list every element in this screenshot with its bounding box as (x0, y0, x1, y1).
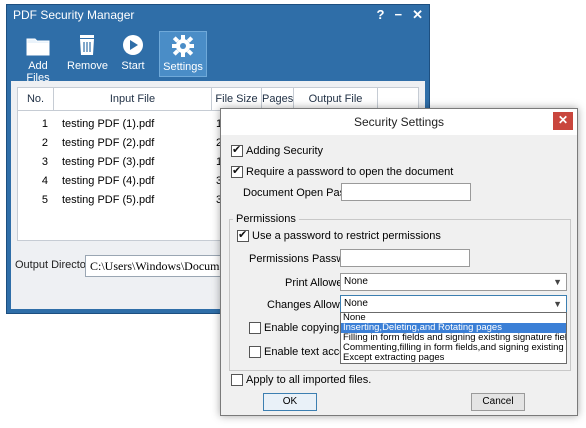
open-password-input[interactable] (341, 183, 471, 201)
chevron-down-icon: ▼ (553, 277, 562, 287)
dropdown-option[interactable]: None (341, 313, 566, 323)
enable-copying-checkbox[interactable] (249, 322, 261, 335)
apply-all-checkbox[interactable] (231, 374, 243, 387)
adding-security-checkbox[interactable] (231, 143, 243, 158)
minimize-button[interactable]: − (395, 7, 403, 23)
print-allowed-value: None (344, 276, 368, 287)
use-password-restrict-label: Use a password to restrict permissions (252, 230, 441, 242)
settings-label: Settings (163, 61, 203, 73)
adding-security-row[interactable]: Adding Security (231, 143, 324, 158)
col-file-size[interactable]: File Size (212, 88, 262, 110)
col-pages[interactable]: Pages (262, 88, 294, 110)
chevron-down-icon: ▼ (553, 299, 562, 309)
require-open-password-row[interactable]: Require a password to open the document (231, 164, 454, 179)
permissions-password-input[interactable] (340, 249, 470, 267)
settings-button[interactable]: Settings (159, 31, 207, 77)
enable-text-access-checkbox[interactable] (249, 346, 261, 359)
use-password-restrict-row[interactable]: Use a password to restrict permissions (237, 228, 441, 243)
permissions-title: Permissions (233, 213, 299, 225)
close-button[interactable]: ✕ (412, 7, 423, 23)
col-input-file[interactable]: Input File (54, 88, 212, 110)
app-title: PDF Security Manager (13, 8, 135, 22)
dropdown-option[interactable]: Commenting,filling in form fields,and si… (341, 343, 566, 353)
ok-button[interactable]: OK (263, 393, 317, 411)
help-button[interactable]: ? (377, 7, 385, 23)
dropdown-option[interactable]: Except extracting pages (341, 353, 566, 363)
window-controls: ? − ✕ (377, 7, 423, 23)
dialog-close-button[interactable]: ✕ (553, 112, 573, 130)
dropdown-option[interactable]: Filling in form fields and signing exist… (341, 333, 566, 343)
play-icon (123, 35, 143, 55)
output-directory-field[interactable]: C:\Users\Windows\Documents\ (85, 255, 233, 277)
add-files-button[interactable]: Add Files (17, 31, 59, 84)
output-directory-label: Output Directory (15, 259, 96, 271)
dialog-title: Security Settings (221, 109, 577, 135)
use-password-restrict-checkbox[interactable] (237, 228, 249, 243)
trash-icon (80, 35, 94, 55)
gear-icon (172, 35, 194, 57)
print-allowed-select[interactable]: None ▼ (340, 273, 567, 291)
apply-all-row[interactable]: Apply to all imported files. (231, 374, 372, 387)
remove-button[interactable]: Remove (67, 31, 108, 77)
security-settings-dialog: Security Settings ✕ Adding Security Requ… (220, 108, 578, 416)
folder-icon (26, 38, 50, 56)
cancel-button[interactable]: Cancel (471, 393, 525, 411)
changes-allowed-value: None (344, 298, 368, 309)
start-button[interactable]: Start (117, 31, 149, 77)
changes-allowed-dropdown: None Inserting,Deleting,and Rotating pag… (340, 312, 567, 364)
col-output-file[interactable]: Output File (294, 88, 378, 110)
adding-security-label: Adding Security (246, 145, 324, 157)
apply-all-label: Apply to all imported files. (246, 374, 372, 386)
dropdown-option-selected[interactable]: Inserting,Deleting,and Rotating pages (341, 323, 566, 333)
remove-label: Remove (67, 60, 108, 72)
changes-allowed-select[interactable]: None ▼ (340, 295, 567, 313)
require-open-password-label: Require a password to open the document (246, 166, 454, 178)
require-open-password-checkbox[interactable] (231, 164, 243, 179)
col-no[interactable]: No. (18, 88, 54, 110)
start-label: Start (121, 60, 145, 72)
toolbar: Add Files Remove Start Settings (7, 29, 429, 84)
